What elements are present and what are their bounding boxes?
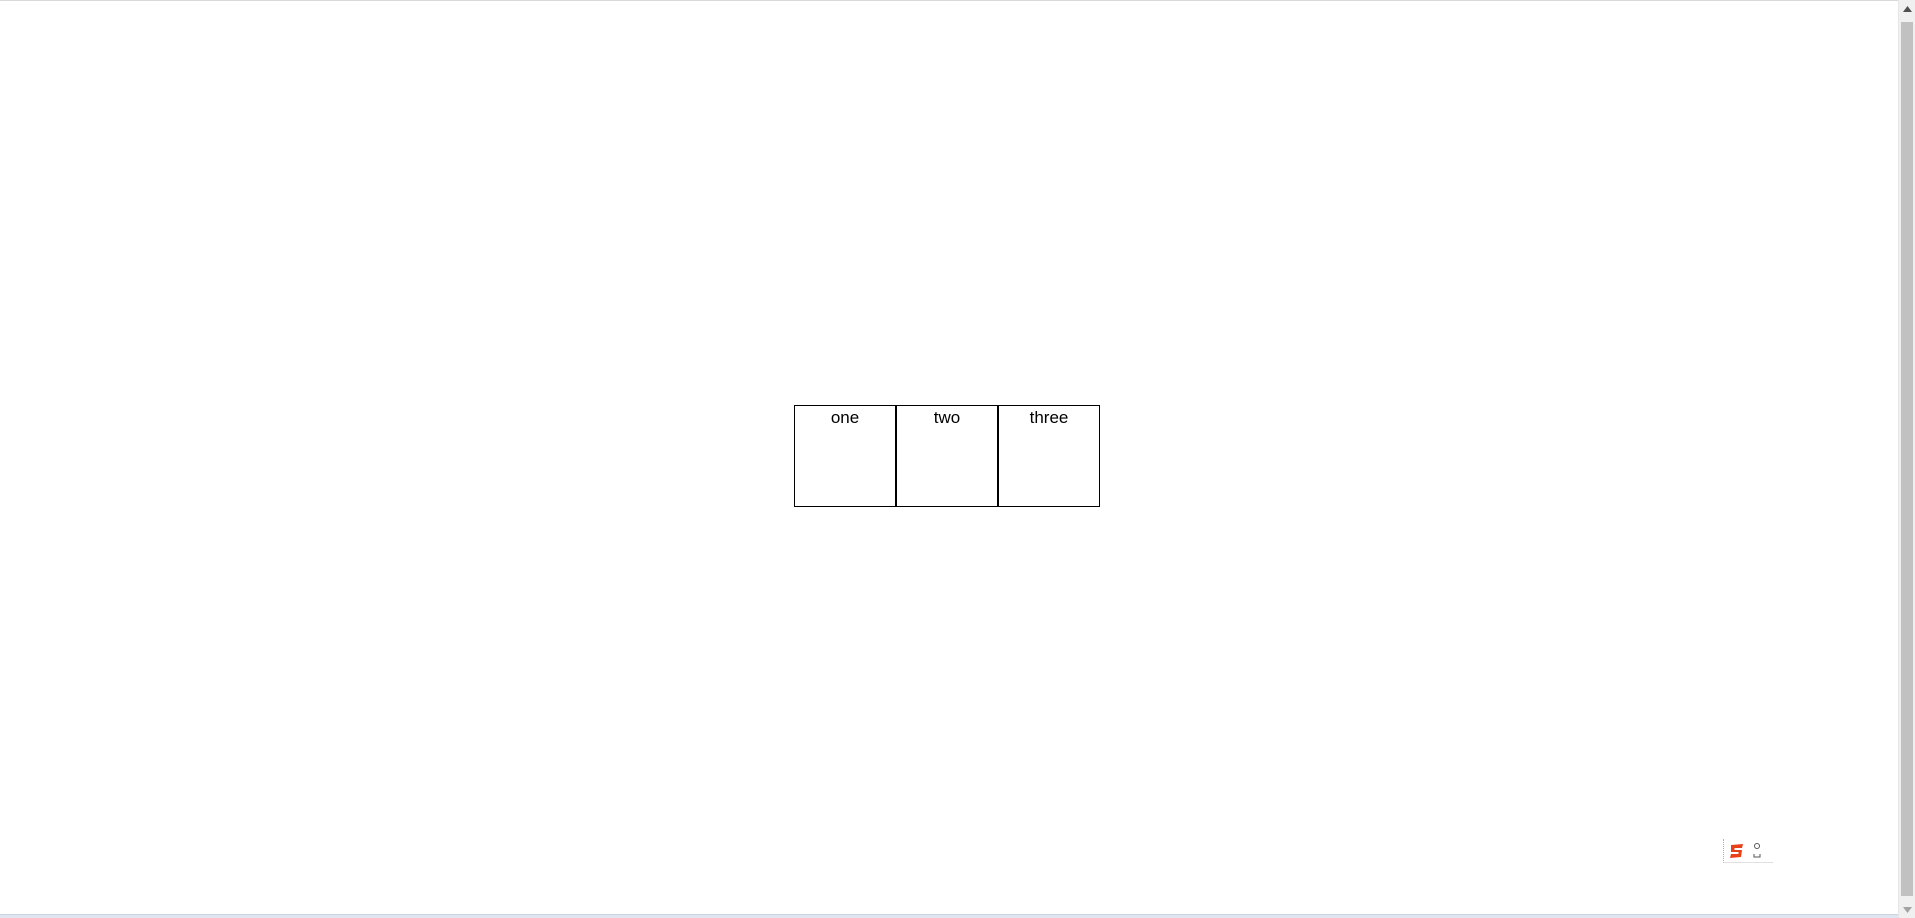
window-bottom-border [0,914,1898,918]
punctuation-mode-icon[interactable] [1752,842,1762,860]
page-viewport: one two three [0,0,1898,918]
sogou-s-icon[interactable] [1728,842,1746,860]
scroll-down-arrow-icon[interactable] [1899,901,1915,918]
box-three: three [998,405,1100,507]
scroll-up-arrow-icon[interactable] [1899,0,1915,17]
box-label: one [830,408,860,427]
box-one: one [794,405,896,507]
box-label: three [1029,408,1069,427]
scrollbar-thumb[interactable] [1901,22,1913,896]
ime-toolbar[interactable] [1723,839,1773,863]
box-row: one two three [794,405,1100,507]
box-label: two [933,408,961,427]
box-two: two [896,405,998,507]
vertical-scrollbar[interactable] [1898,0,1915,918]
